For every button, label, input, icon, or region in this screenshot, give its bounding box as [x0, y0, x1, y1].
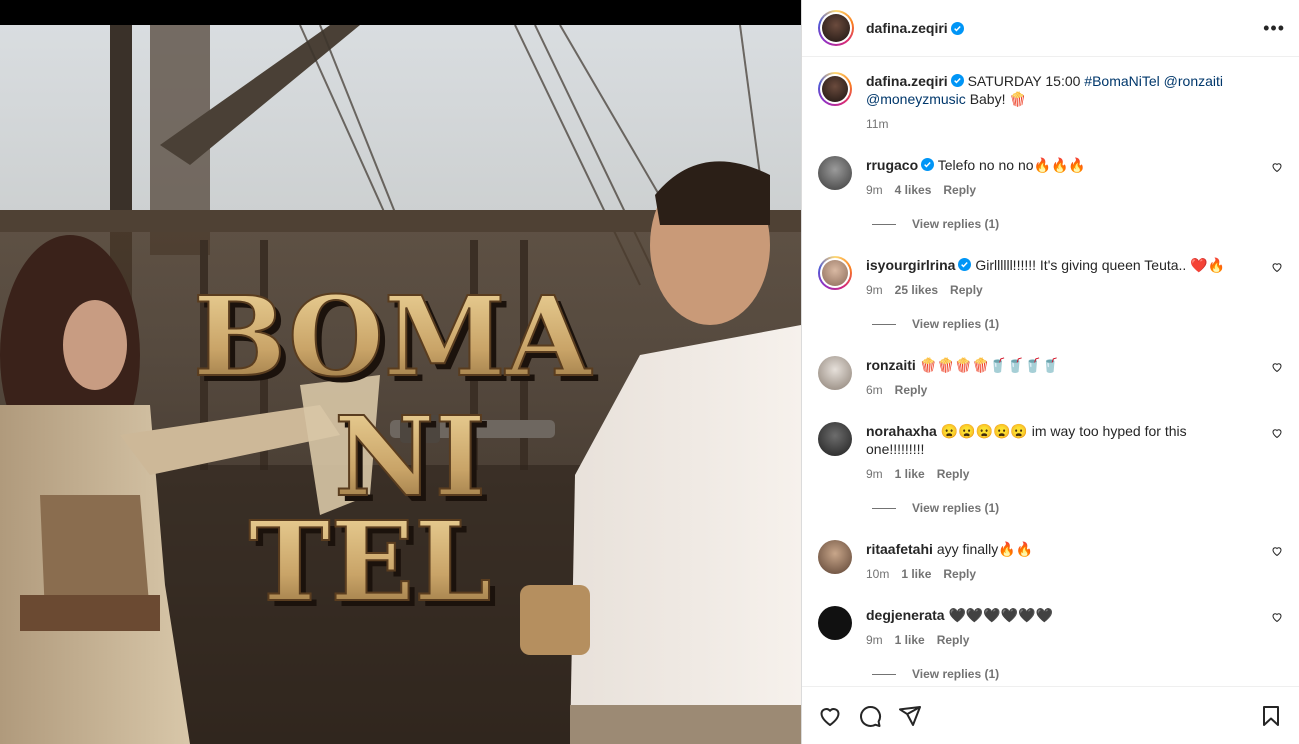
comment-likes[interactable]: 1 like [901, 565, 931, 583]
commenter-avatar[interactable] [818, 606, 852, 640]
caption-tail: Baby! 🍿 [969, 91, 1027, 107]
caption-username[interactable]: dafina.zeqiri [866, 73, 948, 89]
comment-like-heart-icon[interactable] [1271, 611, 1283, 623]
caption-mention[interactable]: @moneyzmusic [866, 91, 966, 107]
reply-button[interactable]: Reply [895, 381, 928, 399]
comment-time[interactable]: 9m [866, 465, 883, 483]
comment-text: 🖤🖤🖤🖤🖤🖤 [948, 607, 1054, 623]
comment-text: Telefo no no no🔥🔥🔥 [937, 157, 1086, 173]
comment-like-heart-icon[interactable] [1271, 427, 1283, 439]
comment-time[interactable]: 10m [866, 565, 889, 583]
commenter-username[interactable]: ritaafetahi [866, 541, 933, 557]
commenter-avatar[interactable] [818, 422, 852, 456]
comment-time[interactable]: 6m [866, 381, 883, 399]
verified-badge-icon [950, 74, 964, 87]
commenter-username[interactable]: ronzaiti [866, 357, 916, 373]
reply-button[interactable]: Reply [943, 565, 976, 583]
more-options-icon[interactable]: ••• [1263, 19, 1285, 37]
author-avatar[interactable] [818, 10, 854, 46]
comment-like-heart-icon[interactable] [1271, 161, 1283, 173]
comment-like-heart-icon[interactable] [1271, 261, 1283, 273]
comment-likes[interactable]: 25 likes [895, 281, 938, 299]
commenter-username[interactable]: rrugaco [866, 157, 918, 173]
author-username[interactable]: dafina.zeqiri [866, 20, 948, 36]
comment-icon[interactable] [858, 704, 882, 728]
comment-like-heart-icon[interactable] [1271, 545, 1283, 557]
verified-badge-icon [950, 21, 964, 35]
post-side-panel: dafina.zeqiri ••• dafina.zeqiri SATURDAY… [801, 0, 1299, 744]
commenter-avatar[interactable] [818, 256, 852, 290]
commenter-username[interactable]: norahaxha [866, 423, 937, 439]
comment-time[interactable]: 9m [866, 181, 883, 199]
post-media[interactable]: BOMA BOMA NI NI TEL TEL [0, 0, 801, 744]
view-replies-button[interactable]: View replies (1) [872, 217, 999, 231]
commenter-avatar[interactable] [818, 156, 852, 190]
commenter-username[interactable]: isyourgirlrina [866, 257, 955, 273]
post-actions-bar [802, 686, 1299, 744]
verified-badge-icon [921, 158, 935, 171]
bookmark-icon[interactable] [1259, 704, 1283, 728]
comment-item: isyourgirlrina Girllllll!!!!!! It's givi… [818, 256, 1283, 299]
comment-likes[interactable]: 1 like [895, 465, 925, 483]
instagram-post-viewer: BOMA BOMA NI NI TEL TEL dafina.zeqiri ••… [0, 0, 1299, 744]
comment-likes[interactable]: 1 like [895, 631, 925, 649]
heart-icon[interactable] [818, 704, 842, 728]
post-time[interactable]: 11m [866, 115, 888, 133]
comment-item: ronzaiti 🍿🍿🍿🍿🥤🥤🥤🥤 6m Reply [818, 356, 1283, 399]
reply-button[interactable]: Reply [937, 465, 970, 483]
comment-text: 🍿🍿🍿🍿🥤🥤🥤🥤 [919, 357, 1060, 373]
post-caption: dafina.zeqiri SATURDAY 15:00 #BomaNiTel … [818, 72, 1283, 133]
comment-item: norahaxha 😦😦😦😦😦 im way too hyped for thi… [818, 422, 1283, 483]
caption-mention[interactable]: @ronzaiti [1164, 73, 1223, 89]
media-title-line1: BOMA [193, 272, 593, 401]
view-replies-button[interactable]: View replies (1) [872, 317, 999, 331]
share-icon[interactable] [898, 704, 922, 728]
media-title-line3: TEL [248, 497, 491, 626]
view-replies-button[interactable]: View replies (1) [872, 501, 999, 515]
post-image: BOMA BOMA NI NI TEL TEL [0, 25, 801, 744]
comment-time[interactable]: 9m [866, 631, 883, 649]
caption-hashtag[interactable]: #BomaNiTel [1084, 73, 1159, 89]
author-avatar[interactable] [818, 72, 852, 106]
reply-button[interactable]: Reply [950, 281, 983, 299]
comment-likes[interactable]: 4 likes [895, 181, 932, 199]
view-replies-button[interactable]: View replies (1) [872, 667, 999, 681]
commenter-avatar[interactable] [818, 356, 852, 390]
caption-text: SATURDAY 15:00 [967, 73, 1081, 89]
comment-item: ritaafetahi ayy finally🔥🔥 10m 1 like Rep… [818, 540, 1283, 583]
comment-text: Girllllll!!!!!! It's giving queen Teuta.… [975, 257, 1226, 273]
comment-time[interactable]: 9m [866, 281, 883, 299]
comments-list[interactable]: dafina.zeqiri SATURDAY 15:00 #BomaNiTel … [802, 58, 1299, 686]
verified-badge-icon [958, 258, 972, 271]
commenter-username[interactable]: degjenerata [866, 607, 945, 623]
comment-item: rrugaco Telefo no no no🔥🔥🔥 9m 4 likes Re… [818, 156, 1283, 199]
commenter-avatar[interactable] [818, 540, 852, 574]
comment-text: ayy finally🔥🔥 [936, 541, 1034, 557]
reply-button[interactable]: Reply [937, 631, 970, 649]
post-header: dafina.zeqiri ••• [802, 0, 1299, 57]
reply-button[interactable]: Reply [943, 181, 976, 199]
comment-item: degjenerata 🖤🖤🖤🖤🖤🖤 9m 1 like Reply [818, 606, 1283, 649]
comment-like-heart-icon[interactable] [1271, 361, 1283, 373]
